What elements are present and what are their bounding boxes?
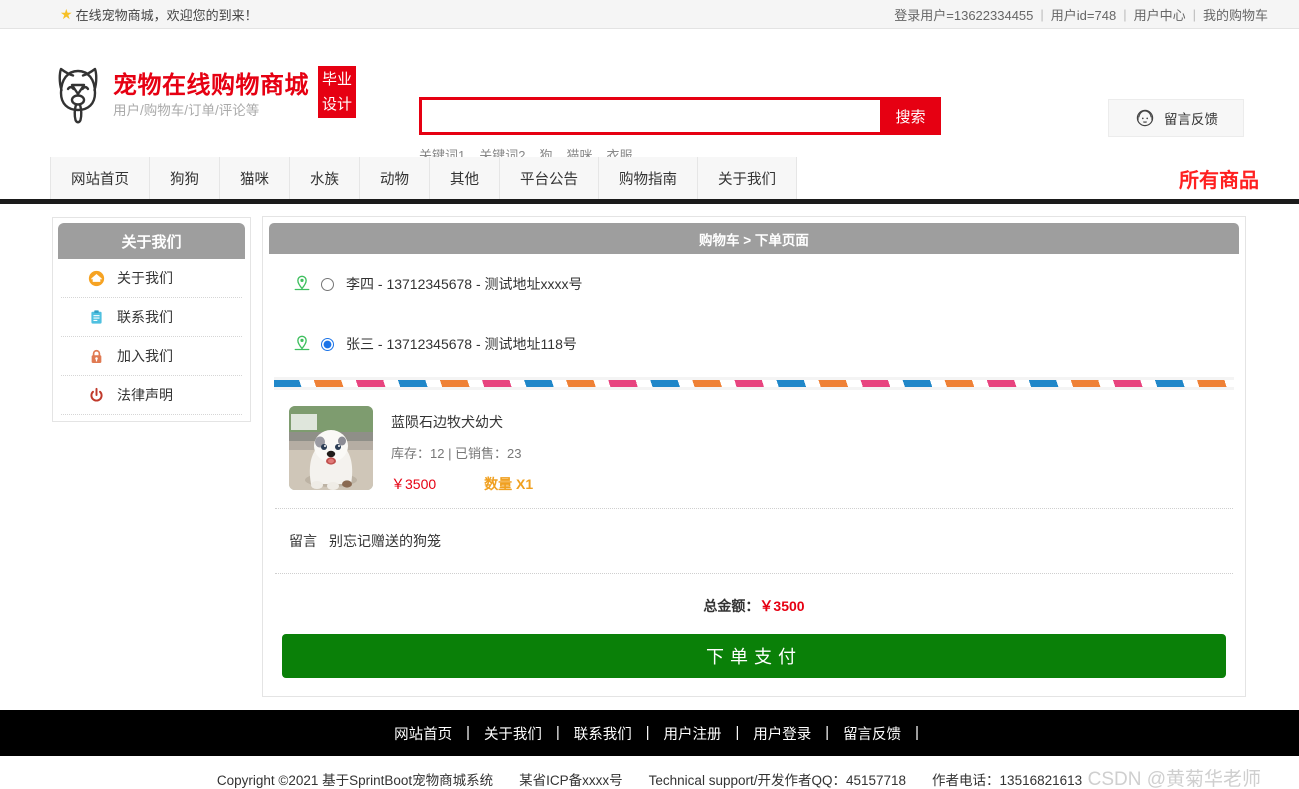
location-pin-icon — [293, 334, 311, 355]
customer-service-icon — [1136, 109, 1154, 127]
decorative-divider-stripe — [274, 377, 1234, 390]
sidebar: 关于我们 关于我们 联系我们 加入我们 法律声明 — [52, 217, 251, 422]
search-input[interactable] — [419, 97, 880, 135]
copyright-text: Copyright ©2021 基于SprintBoot宠物商城系统 — [216, 773, 494, 788]
my-cart-link[interactable]: 我的购物车 — [1196, 5, 1275, 24]
badge-line-2: 设计 — [321, 96, 352, 113]
footer-link-about-us[interactable]: 关于我们 — [470, 723, 556, 744]
sidebar-item-contact-us[interactable]: 联系我们 — [61, 298, 242, 337]
nav-item-about-us[interactable]: 关于我们 — [698, 157, 797, 199]
sidebar-item-label: 关于我们 — [117, 270, 173, 286]
dog-face-logo-icon — [58, 67, 98, 124]
nav-item-dogs[interactable]: 狗狗 — [150, 157, 220, 199]
product-thumbnail[interactable] — [289, 406, 373, 490]
product-quantity: 数量 X1 — [484, 476, 534, 492]
icp-text: 某省ICP备xxxx号 — [519, 773, 623, 788]
nav-item-cats[interactable]: 猫咪 — [220, 157, 290, 199]
nav-item-announcements[interactable]: 平台公告 — [500, 157, 599, 199]
footer-link-feedback[interactable]: 留言反馈 — [829, 723, 915, 744]
badge-line-1: 毕业 — [321, 71, 352, 88]
product-name[interactable]: 蓝陨石边牧犬幼犬 — [391, 412, 533, 432]
product-price: ￥3500 — [391, 476, 437, 492]
address-text[interactable]: 李四 - 13712345678 - 测试地址xxxx号 — [346, 274, 583, 294]
page-root: ★ 在线宠物商城，欢迎您的到来！ 登录用户=13622334455 | 用户id… — [0, 0, 1299, 789]
home-circle-icon — [87, 269, 105, 287]
order-product-row: 蓝陨石边牧犬幼犬 库存：12 | 已销售：23 ￥3500 数量 X1 — [275, 390, 1233, 509]
body-area: 关于我们 关于我们 联系我们 加入我们 法律声明 购物车 > 下单页面 李四 -… — [0, 204, 1299, 710]
welcome-text: 在线宠物商城，欢迎您的到来！ — [75, 7, 258, 23]
site-title: 宠物在线购物商城 — [113, 72, 309, 99]
feedback-button[interactable]: 留言反馈 — [1108, 99, 1244, 137]
sidebar-item-label: 法律声明 — [117, 387, 173, 403]
footer-link-contact-us[interactable]: 联系我们 — [560, 723, 646, 744]
order-total-amount: ￥3500 — [759, 598, 805, 614]
search-button[interactable]: 搜索 — [880, 97, 941, 135]
copyright-bar: Copyright ©2021 基于SprintBoot宠物商城系统 某省ICP… — [0, 756, 1299, 789]
order-total-label: 总金额： — [703, 598, 760, 614]
address-radio[interactable] — [321, 277, 334, 291]
location-pin-icon — [293, 274, 311, 295]
sidebar-item-join-us[interactable]: 加入我们 — [61, 337, 242, 376]
main-nav: 网站首页 狗狗 猫咪 水族 动物 其他 平台公告 购物指南 关于我们 — [50, 157, 797, 199]
sidebar-item-about-us[interactable]: 关于我们 — [61, 259, 242, 298]
logo-text-block: 宠物在线购物商城 用户/购物车/订单/评论等 — [113, 71, 309, 121]
order-note-input[interactable] — [329, 533, 789, 549]
csdn-watermark: CSDN @黄菊华老师 — [1087, 769, 1261, 789]
product-stock: 库存：12 | 已销售：23 — [391, 446, 522, 461]
footer-link-list: 网站首页 | 关于我们 | 联系我们 | 用户注册 | 用户登录 | 留言反馈 … — [0, 710, 1299, 756]
site-logo[interactable]: 宠物在线购物商城 用户/购物车/订单/评论等 毕业 设计 — [52, 63, 356, 129]
footer-link-home[interactable]: 网站首页 — [380, 723, 466, 744]
place-order-pay-button[interactable]: 下单支付 — [282, 634, 1226, 678]
top-bar-welcome: ★ 在线宠物商城，欢迎您的到来！ — [60, 5, 258, 24]
order-note-row: 留言 — [275, 509, 1233, 574]
border-collie-puppy-photo — [289, 406, 373, 490]
nav-item-animals[interactable]: 动物 — [360, 157, 430, 199]
order-total-row: 总金额：￥3500 — [269, 574, 1239, 634]
graduation-project-badge: 毕业 设计 — [318, 66, 356, 118]
site-footer: 网站首页 | 关于我们 | 联系我们 | 用户注册 | 用户登录 | 留言反馈 … — [0, 710, 1299, 789]
sidebar-item-legal-notice[interactable]: 法律声明 — [61, 376, 242, 415]
lock-icon — [87, 347, 105, 365]
user-center-link[interactable]: 用户中心 — [1127, 5, 1193, 24]
nav-item-others[interactable]: 其他 — [430, 157, 500, 199]
address-radio[interactable] — [321, 337, 334, 351]
footer-link-login[interactable]: 用户登录 — [739, 723, 825, 744]
breadcrumb: 购物车 > 下单页面 — [269, 223, 1239, 254]
top-bar-user-area: 登录用户=13622334455 | 用户id=748 | 用户中心 | 我的购… — [887, 5, 1275, 24]
main-nav-wrap: 网站首页 狗狗 猫咪 水族 动物 其他 平台公告 购物指南 关于我们 所有商品 — [0, 151, 1299, 199]
all-goods-link[interactable]: 所有商品 — [1179, 164, 1259, 193]
site-header: 宠物在线购物商城 用户/购物车/订单/评论等 毕业 设计 搜索 关键词1 关键词… — [0, 29, 1299, 163]
feedback-button-label: 留言反馈 — [1164, 112, 1218, 127]
footer-link-register[interactable]: 用户注册 — [650, 723, 736, 744]
sidebar-item-label: 加入我们 — [117, 348, 173, 364]
nav-item-shopping-guide[interactable]: 购物指南 — [599, 157, 698, 199]
sidebar-title: 关于我们 — [58, 223, 245, 259]
site-subtitle: 用户/购物车/订单/评论等 — [113, 103, 260, 118]
tech-support-text: Technical support/开发作者QQ：45157718 — [648, 773, 907, 788]
star-icon: ★ — [60, 6, 73, 22]
author-phone-text: 作者电话：13516821613 — [932, 773, 1083, 788]
logged-in-user: 登录用户=13622334455 — [894, 7, 1034, 23]
address-text[interactable]: 张三 - 13712345678 - 测试地址118号 — [346, 334, 577, 354]
user-id: 用户id=748 — [1050, 7, 1117, 23]
divider: | — [915, 725, 919, 741]
search-row: 搜索 — [419, 97, 941, 135]
clipboard-icon — [87, 308, 105, 326]
product-price-line: ￥3500 数量 X1 — [391, 474, 533, 494]
address-option-row[interactable]: 李四 - 13712345678 - 测试地址xxxx号 — [269, 254, 1239, 314]
product-info: 蓝陨石边牧犬幼犬 库存：12 | 已销售：23 ￥3500 数量 X1 — [391, 406, 533, 494]
nav-item-aquarium[interactable]: 水族 — [290, 157, 360, 199]
nav-item-home[interactable]: 网站首页 — [50, 157, 150, 199]
sidebar-item-label: 联系我们 — [117, 309, 173, 325]
top-bar: ★ 在线宠物商城，欢迎您的到来！ 登录用户=13622334455 | 用户id… — [0, 0, 1299, 29]
order-panel: 购物车 > 下单页面 李四 - 13712345678 - 测试地址xxxx号 — [262, 216, 1246, 697]
power-icon — [87, 386, 105, 404]
order-note-label: 留言 — [289, 533, 317, 549]
address-option-row[interactable]: 张三 - 13712345678 - 测试地址118号 — [269, 314, 1239, 374]
